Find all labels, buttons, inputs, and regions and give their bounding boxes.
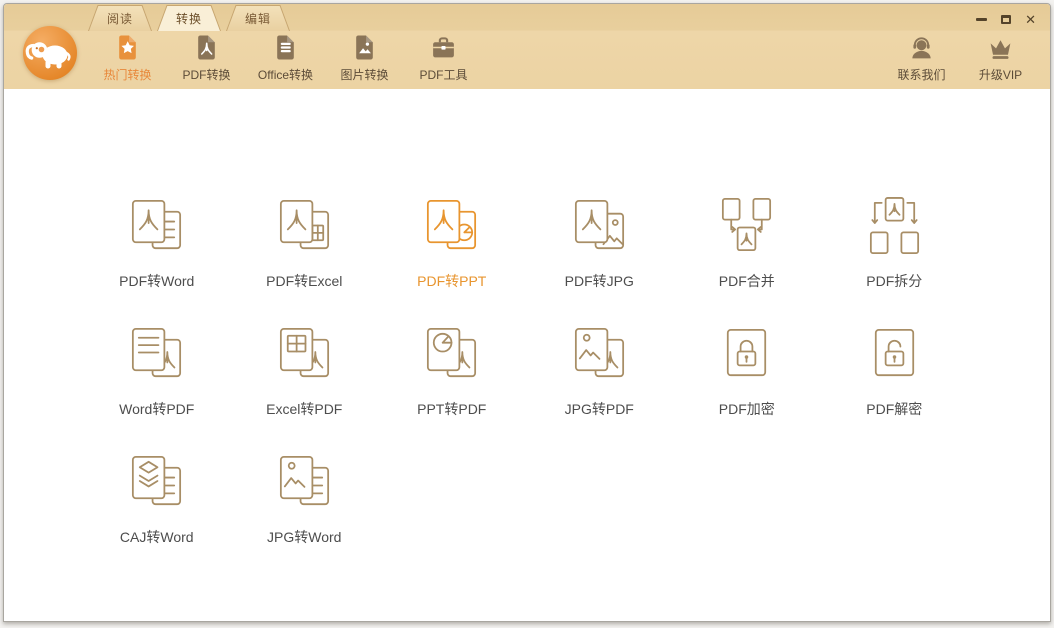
grid-item-label: JPG转PDF [565,399,634,419]
pdf-to-jpg-icon [566,193,633,260]
toolbar-right-item-0[interactable]: 联系我们 [882,34,961,83]
grid-item-13[interactable]: JPG转Word [231,449,379,577]
pdf-to-word-icon [123,193,190,260]
toolbar-item-4[interactable]: PDF工具 [404,34,483,83]
pdf-doc-icon [193,34,220,61]
toolbar-item-1[interactable]: PDF转换 [167,34,246,83]
grid-item-label: CAJ转Word [120,527,194,547]
grid-item-7[interactable]: Excel转PDF [231,321,379,449]
pdf-split-icon [861,193,928,260]
jpg-to-word-icon [271,449,338,516]
maximize-icon [1001,15,1011,24]
grid-item-label: PDF转PPT [417,271,486,291]
grid-item-11[interactable]: PDF解密 [821,321,969,449]
toolbar-item-2[interactable]: Office转换 [246,34,325,83]
grid-item-label: PDF转JPG [565,271,634,291]
grid-item-9[interactable]: JPG转PDF [526,321,674,449]
pdf-encrypt-icon [713,321,780,388]
grid-item-label: PDF解密 [866,399,922,419]
toolbar-item-label: PDF转换 [182,66,230,83]
toolbar-item-label: 图片转换 [340,66,388,83]
pdf-to-excel-icon [271,193,338,260]
ppt-to-pdf-icon [418,321,485,388]
jpg-to-pdf-icon [566,321,633,388]
minimize-button[interactable] [976,13,987,25]
titlebar: 阅读 转换 编辑 ✕ [4,4,1050,89]
pdf-decrypt-icon [861,321,928,388]
app-logo-elephant-icon [22,25,78,81]
toolbar-item-label: PDF工具 [419,66,467,83]
grid-item-label: PDF合并 [719,271,775,291]
grid-item-label: PDF加密 [719,399,775,419]
pdf-merge-icon [713,193,780,260]
contact-support-icon [908,34,935,61]
tab-label: 编辑 [227,6,289,31]
toolbar-item-label: 热门转换 [103,66,151,83]
tab-label: 转换 [158,6,220,31]
grid-item-1[interactable]: PDF转Excel [231,193,379,321]
star-doc-icon [114,34,141,61]
grid-item-label: Excel转PDF [266,399,342,419]
tab-strip: 阅读 转换 编辑 [88,5,290,31]
toolbar-item-0[interactable]: 热门转换 [88,34,167,83]
grid-item-6[interactable]: Word转PDF [83,321,231,449]
pdf-to-ppt-icon [418,193,485,260]
toolbar: 热门转换 PDF转换 Office转换 图片转换 PDF工具 [88,34,483,83]
tab-label: 阅读 [89,6,151,31]
grid-item-label: PDF拆分 [866,271,922,291]
grid-item-label: PDF转Word [119,271,194,291]
app-window: 阅读 转换 编辑 ✕ [3,3,1051,622]
toolbar-right: 联系我们 升级VIP [882,34,1040,83]
grid-item-10[interactable]: PDF加密 [673,321,821,449]
close-button[interactable]: ✕ [1025,13,1036,25]
toolbar-right-item-1[interactable]: 升级VIP [961,34,1040,83]
toolbar-item-label: 升级VIP [979,66,1022,83]
tab-2[interactable]: 编辑 [226,5,290,31]
briefcase-icon [430,34,457,61]
grid-item-4[interactable]: PDF合并 [673,193,821,321]
close-icon: ✕ [1025,13,1036,26]
crown-icon [987,34,1014,61]
grid-item-label: PDF转Excel [266,271,342,291]
excel-to-pdf-icon [271,321,338,388]
grid-item-0[interactable]: PDF转Word [83,193,231,321]
office-doc-icon [272,34,299,61]
tab-1[interactable]: 转换 [157,5,221,31]
maximize-button[interactable] [1001,13,1011,25]
caj-to-word-icon [123,449,190,516]
tab-0[interactable]: 阅读 [88,5,152,31]
toolbar-item-3[interactable]: 图片转换 [325,34,404,83]
content-area: PDF转Word PDF转Excel PDF转PPT PDF转JPG PDF合并… [4,89,1050,621]
word-to-pdf-icon [123,321,190,388]
grid-item-label: PPT转PDF [417,399,486,419]
window-controls: ✕ [976,13,1036,25]
grid-item-5[interactable]: PDF拆分 [821,193,969,321]
grid-item-12[interactable]: CAJ转Word [83,449,231,577]
toolbar-item-label: 联系我们 [897,66,945,83]
toolbar-item-label: Office转换 [258,66,313,83]
grid-item-2[interactable]: PDF转PPT [378,193,526,321]
image-doc-icon [351,34,378,61]
grid-item-8[interactable]: PPT转PDF [378,321,526,449]
grid-item-label: JPG转Word [267,527,341,547]
minimize-icon [976,18,987,21]
conversion-grid: PDF转Word PDF转Excel PDF转PPT PDF转JPG PDF合并… [83,193,971,577]
grid-item-label: Word转PDF [119,399,194,419]
grid-item-3[interactable]: PDF转JPG [526,193,674,321]
